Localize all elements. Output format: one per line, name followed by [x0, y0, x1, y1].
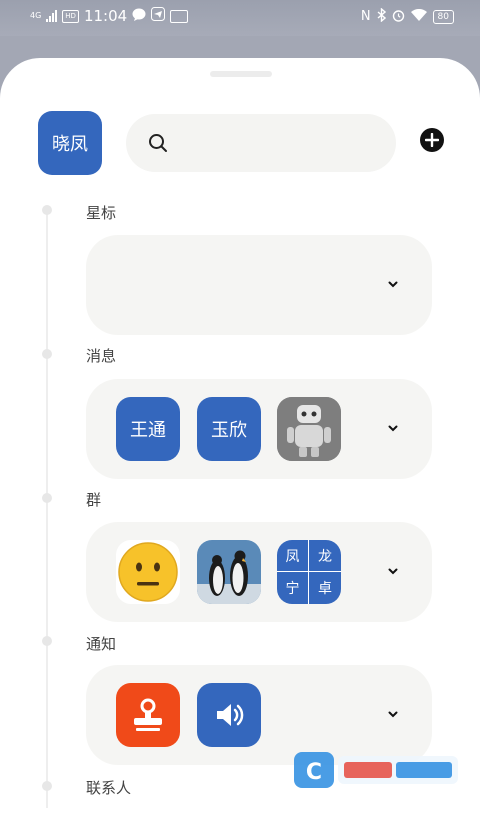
- group-char: 卓: [318, 581, 332, 597]
- svg-text:C: C: [306, 760, 322, 785]
- section-label-starred: 星标: [86, 204, 117, 222]
- chevron-down-icon[interactable]: [386, 564, 400, 578]
- neutral-face-icon: [118, 542, 178, 602]
- group-char: 宁: [277, 572, 309, 604]
- status-bar: 4G HD 11:04 N 80: [0, 0, 480, 36]
- messages-card: 王通 玉欣: [86, 379, 432, 479]
- groups-card: 凤 龙 宁 卓: [86, 522, 432, 622]
- sheet-grabber[interactable]: [210, 71, 272, 77]
- plus-icon: [425, 133, 439, 147]
- nfc-icon: N: [360, 9, 371, 24]
- timeline-dot: [42, 781, 52, 791]
- telegram-icon: [151, 7, 166, 25]
- add-button[interactable]: [420, 128, 444, 152]
- penguin-icon: [197, 540, 261, 604]
- robot-icon: [277, 397, 341, 461]
- network-type: 4G: [30, 11, 42, 20]
- bluetooth-icon: [377, 7, 386, 25]
- section-label-messages: 消息: [86, 347, 117, 365]
- penguin-group-avatar[interactable]: [197, 540, 261, 604]
- section-label-groups: 群: [86, 491, 102, 509]
- hd-badge: HD: [62, 9, 79, 23]
- timeline-line: [46, 208, 48, 808]
- section-label-contacts: 联系人: [86, 779, 132, 797]
- chevron-down-icon[interactable]: [386, 707, 400, 721]
- chat-notification-icon: [132, 7, 146, 25]
- robot-avatar[interactable]: [277, 397, 341, 461]
- battery-indicator: 80: [432, 9, 454, 24]
- status-time: 11:04: [83, 7, 128, 25]
- speaker-app-tile[interactable]: [197, 683, 261, 747]
- wifi-icon: [410, 8, 427, 24]
- search-icon: [149, 134, 167, 152]
- contact-avatar-yuxin[interactable]: 玉欣: [197, 397, 261, 461]
- chevron-down-icon[interactable]: [386, 277, 400, 291]
- signal-icon: [46, 10, 58, 22]
- contact-avatar-wangtong[interactable]: 王通: [116, 397, 180, 461]
- section-label-notifications: 通知: [86, 635, 117, 653]
- chevron-down-icon[interactable]: [386, 421, 400, 435]
- watermark-logo: C: [294, 752, 458, 788]
- stamp-app-tile[interactable]: [116, 683, 180, 747]
- group-char: 凤: [277, 540, 309, 572]
- speaker-icon: [217, 704, 244, 726]
- starred-card[interactable]: [86, 235, 432, 335]
- search-input[interactable]: [126, 114, 396, 172]
- app-notification-icon: [170, 9, 189, 23]
- timeline-dot: [42, 349, 52, 359]
- alarm-icon: [392, 9, 405, 25]
- group-char: 龙: [309, 540, 341, 572]
- group-avatar-grid[interactable]: 凤 龙 宁 卓: [277, 540, 341, 604]
- timeline-dot: [42, 205, 52, 215]
- neutral-face-group-avatar[interactable]: [116, 540, 180, 604]
- bottom-sheet: 晓凤 星标 消息 王通 玉欣 群 凤 龙 宁 卓 通知 联系人: [0, 58, 480, 818]
- stamp-icon: [134, 698, 162, 731]
- user-avatar[interactable]: 晓凤: [38, 111, 102, 175]
- timeline-dot: [42, 636, 52, 646]
- timeline-dot: [42, 493, 52, 503]
